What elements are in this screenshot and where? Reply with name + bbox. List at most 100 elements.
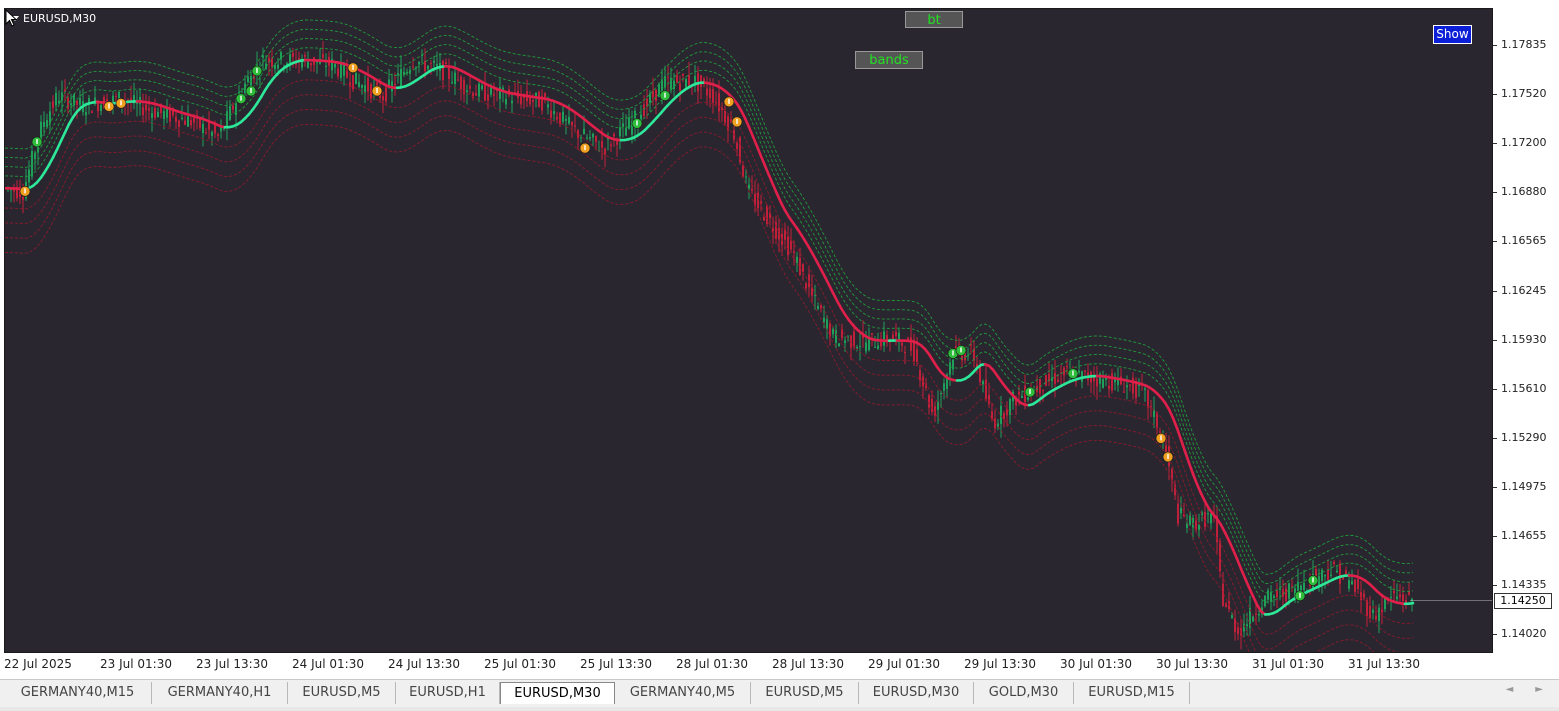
- candle-body: [1255, 613, 1257, 616]
- candle-body: [178, 120, 180, 127]
- time-tick-label: 24 Jul 13:30: [388, 657, 460, 671]
- candle-body: [169, 108, 171, 122]
- candle-body: [1279, 588, 1281, 590]
- price-tick-label: 1.16565: [1493, 234, 1547, 248]
- time-axis[interactable]: 22 Jul 2025 23 Jul 01:30 23 Jul 13:30 24 Ju…: [4, 653, 1493, 675]
- price-tick-label: 1.17835: [1493, 38, 1547, 51]
- chart-tab[interactable]: GERMANY40,M15: [4, 682, 152, 704]
- candle-body: [547, 104, 549, 108]
- candle-body: [553, 111, 555, 115]
- candle-body: [679, 83, 681, 91]
- candle-body: [232, 105, 234, 110]
- candle-body: [142, 107, 144, 116]
- price-tick-label: 1.14975: [1493, 479, 1547, 493]
- candle-body: [871, 333, 873, 335]
- time-tick-label: 30 Jul 01:30: [1060, 657, 1132, 671]
- time-tick-label: 25 Jul 13:30: [580, 657, 652, 671]
- ma-segment: [743, 116, 751, 129]
- price-axis[interactable]: 1.17835 1.17520 1.17200 1.16880 1.16565 1.162…: [1493, 8, 1559, 653]
- time-tick-label: 28 Jul 13:30: [772, 657, 844, 671]
- candle-body: [1366, 600, 1368, 616]
- candle-body: [367, 78, 369, 92]
- chart-tab[interactable]: EURUSD,M5: [751, 682, 859, 704]
- ma-segment: [1235, 557, 1243, 571]
- candle-body: [979, 366, 981, 383]
- candle-body: [292, 52, 294, 57]
- time-tick-label: 23 Jul 01:30: [100, 657, 172, 671]
- candle-body: [112, 95, 114, 102]
- candle-body: [1084, 370, 1086, 372]
- candle-body: [505, 98, 507, 105]
- candle-body: [289, 54, 291, 64]
- lower-band-line: [5, 94, 1414, 650]
- candle-body: [610, 144, 612, 147]
- candle-body: [1354, 579, 1356, 593]
- candle-body: [157, 111, 159, 118]
- upper-band-line: [5, 38, 1414, 594]
- candle-body: [571, 121, 573, 126]
- ma-segment: [1179, 438, 1187, 453]
- candle-body: [883, 331, 885, 346]
- candle-body: [916, 349, 918, 362]
- candle-body: [1054, 373, 1056, 384]
- candle-body: [1204, 511, 1206, 527]
- scroll-right-icon[interactable]: ►: [1535, 684, 1543, 695]
- candle-body: [361, 85, 363, 88]
- ma-segment: [1191, 472, 1199, 486]
- chart-tab[interactable]: GERMANY40,M5: [615, 682, 751, 704]
- candle-body: [937, 401, 939, 410]
- candle-body: [532, 100, 534, 102]
- ma-segment: [55, 139, 63, 151]
- candle-body: [310, 62, 312, 66]
- candle-body: [1108, 385, 1110, 389]
- candle-body: [1411, 599, 1413, 602]
- price-chart[interactable]: EURUSD,M30 bt bands Show: [4, 8, 1493, 653]
- ma-segment: [1223, 531, 1231, 543]
- candle-body: [46, 119, 48, 127]
- scroll-left-icon[interactable]: ◄: [1506, 684, 1514, 695]
- candle-body: [811, 287, 813, 296]
- candle-body: [97, 103, 99, 112]
- candle-body: [1123, 391, 1125, 393]
- chart-tab[interactable]: EURUSD,M30: [500, 682, 615, 704]
- chart-tab[interactable]: EURUSD,M15: [1074, 682, 1190, 704]
- candle-body: [1045, 375, 1047, 386]
- candle-body: [1129, 384, 1131, 386]
- candle-body: [229, 106, 231, 120]
- candle-body: [577, 130, 579, 138]
- candle-body: [844, 340, 846, 344]
- candle-body: [1252, 616, 1254, 622]
- price-tick-label: 1.14335: [1493, 578, 1547, 592]
- bt-button[interactable]: bt: [905, 11, 963, 28]
- chart-window[interactable]: EURUSD,M30 bt bands Show 1.17835 1.17520 1…: [0, 0, 1559, 678]
- show-button[interactable]: Show: [1433, 25, 1472, 44]
- candle-body: [1198, 524, 1200, 530]
- candle-body: [742, 165, 744, 177]
- candle-body: [418, 62, 420, 65]
- candle-body: [211, 132, 213, 136]
- chart-tabs-bar: ◄ ► GERMANY40,M15 GERMANY40,H1 EURUSD,M5 EU…: [0, 679, 1559, 708]
- candle-body: [910, 337, 912, 351]
- candle-body: [217, 134, 219, 137]
- candle-body: [1390, 596, 1392, 598]
- candle-body: [187, 116, 189, 127]
- ma-segment: [747, 125, 755, 138]
- candle-body: [685, 79, 687, 88]
- candle-body: [175, 116, 177, 122]
- candle-body: [718, 93, 720, 112]
- candle-body: [427, 65, 429, 70]
- chart-tab[interactable]: EURUSD,H1: [396, 682, 500, 704]
- candle-body: [601, 141, 603, 148]
- ma-segment: [759, 154, 767, 167]
- ma-segment: [831, 291, 839, 303]
- chart-tab[interactable]: GOLD,M30: [974, 682, 1074, 704]
- candle-body: [91, 111, 93, 113]
- candle-body: [451, 82, 453, 84]
- chart-tab[interactable]: EURUSD,M30: [859, 682, 974, 704]
- candle-body: [823, 317, 825, 323]
- bands-button[interactable]: bands: [855, 51, 923, 69]
- symbol-label[interactable]: EURUSD,M30: [11, 12, 96, 25]
- candle-body: [826, 319, 828, 329]
- chart-tab[interactable]: GERMANY40,H1: [152, 682, 288, 704]
- chart-tab[interactable]: EURUSD,M5: [288, 682, 396, 704]
